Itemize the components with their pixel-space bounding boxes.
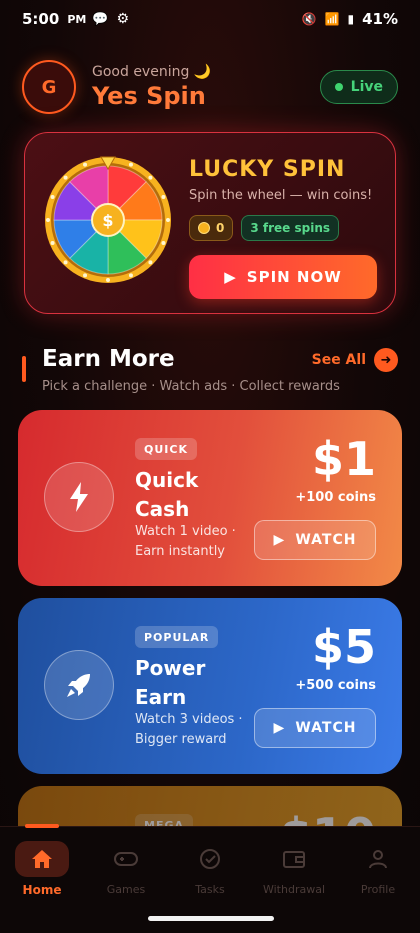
live-badge: Live	[319, 70, 398, 104]
card-title: Quick Cash	[135, 468, 199, 521]
nav-item-profile[interactable]: Profile	[336, 841, 420, 896]
see-all-label: See All	[311, 352, 366, 368]
section-accent-bar	[22, 356, 26, 382]
check-circle-icon	[183, 841, 237, 877]
lucky-spin-title: LUCKY SPIN	[189, 157, 346, 182]
active-tab-indicator	[25, 824, 59, 828]
wheel-light	[63, 260, 68, 265]
card-description: Watch 3 videos · Bigger reward	[135, 712, 243, 747]
wheel-light	[128, 162, 133, 167]
see-all-link[interactable]: See All ➜	[312, 348, 398, 372]
spin-wheel[interactable]: $	[43, 155, 173, 285]
nav-label: Games	[106, 883, 146, 896]
wheel-light	[148, 175, 153, 180]
card-bonus: +100 coins	[295, 490, 376, 505]
wheel-light	[50, 240, 55, 245]
wheel-icon: $	[45, 156, 171, 283]
coin-balance-chip: 0	[189, 215, 234, 241]
nav-label: Profile	[360, 883, 396, 896]
spin-now-label: SPIN NOW	[246, 268, 342, 286]
greeting-text: Good evening 🌙	[92, 64, 212, 80]
wheel-light	[50, 195, 55, 200]
card-description: Watch 1 video · Earn instantly	[135, 524, 236, 559]
wheel-light	[128, 273, 133, 278]
play-icon: ▶	[273, 720, 286, 736]
settings-notification-icon: ⚙	[116, 11, 130, 27]
nav-label: Withdrawal	[262, 883, 325, 896]
avatar[interactable]: G	[22, 60, 76, 114]
coin-balance: 0	[216, 221, 225, 235]
wheel-light	[106, 278, 110, 282]
home-icon	[15, 841, 69, 877]
wheel-light	[161, 195, 166, 200]
watch-button[interactable]: ▶ WATCH	[254, 520, 376, 560]
live-dot-icon	[334, 83, 343, 91]
battery-icon: ▮	[347, 12, 355, 26]
mute-icon: 🔇	[301, 12, 317, 26]
card-amount: $5	[311, 620, 376, 674]
card-badge: QUICK	[135, 438, 197, 460]
battery-percent: 41%	[362, 10, 398, 28]
wheel-light	[148, 260, 153, 265]
nav-label: Home	[22, 883, 62, 897]
app-header: G Good evening 🌙 Yes Spin Live	[22, 58, 398, 116]
wheel-light	[166, 218, 170, 222]
earn-more-subtitle: Pick a challenge · Watch ads · Collect r…	[42, 379, 340, 394]
greeting-block: Good evening 🌙 Yes Spin	[92, 64, 211, 110]
card-badge: POPULAR	[135, 626, 219, 648]
wheel-light	[83, 273, 88, 278]
free-spins-chip: 3 free spins	[241, 215, 340, 241]
status-ampm: PM	[67, 12, 87, 26]
wheel-light	[63, 175, 68, 180]
card-bonus: +500 coins	[295, 678, 376, 693]
wheel-light	[83, 162, 88, 167]
play-icon: ▶	[273, 532, 286, 548]
card-amount: $1	[311, 432, 376, 486]
gamepad-icon	[99, 841, 153, 877]
app-screen: 5:00 PM 💬 ⚙ 🔇 📶 ▮ 41% G Good evening 🌙 Y…	[0, 0, 420, 933]
nav-item-home[interactable]: Home	[0, 841, 84, 897]
wheel-light	[161, 240, 166, 245]
lucky-spin-subtitle: Spin the wheel — win coins!	[189, 188, 373, 203]
wifi-icon: 📶	[324, 12, 340, 26]
nav-item-games[interactable]: Games	[84, 841, 168, 896]
gesture-home-bar[interactable]	[148, 916, 274, 921]
status-time: 5:00	[22, 10, 60, 28]
live-label: Live	[350, 79, 383, 95]
person-icon	[351, 841, 405, 877]
watch-label: WATCH	[295, 532, 357, 548]
watch-label: WATCH	[295, 720, 357, 736]
app-title: Yes Spin	[92, 82, 206, 110]
status-bar: 5:00 PM 💬 ⚙ 🔇 📶 ▮ 41%	[0, 0, 420, 38]
lucky-spin-card: $ LUCKY SPIN Spin the wheel — win coins!…	[24, 132, 396, 314]
card-title: Power Earn	[135, 656, 206, 709]
quick-cash-card[interactable]: QUICK Quick Cash Watch 1 video · Earn in…	[18, 410, 402, 586]
nav-item-tasks[interactable]: Tasks	[168, 841, 252, 896]
play-icon: ▶	[224, 268, 237, 286]
wheel-center-label: $	[102, 211, 113, 230]
arrow-right-icon: ➜	[374, 348, 398, 372]
nav-label: Tasks	[195, 883, 225, 896]
wallet-icon	[267, 841, 321, 877]
spin-info: LUCKY SPIN Spin the wheel — win coins! 0…	[189, 157, 377, 299]
coin-icon	[198, 222, 210, 234]
spin-chips: 0 3 free spins	[189, 215, 377, 241]
lightning-icon	[44, 462, 114, 532]
earn-more-title: Earn More	[42, 346, 175, 372]
nav-item-withdrawal[interactable]: Withdrawal	[252, 841, 336, 896]
spin-now-button[interactable]: ▶ SPIN NOW	[189, 255, 377, 299]
earn-more-header: Earn More Pick a challenge · Watch ads ·…	[22, 344, 398, 394]
wheel-light	[46, 218, 50, 222]
watch-button[interactable]: ▶ WATCH	[254, 708, 376, 748]
power-earn-card[interactable]: POPULAR Power Earn Watch 3 videos · Bigg…	[18, 598, 402, 774]
chat-notification-icon: 💬	[92, 11, 109, 27]
rocket-icon	[44, 650, 114, 720]
